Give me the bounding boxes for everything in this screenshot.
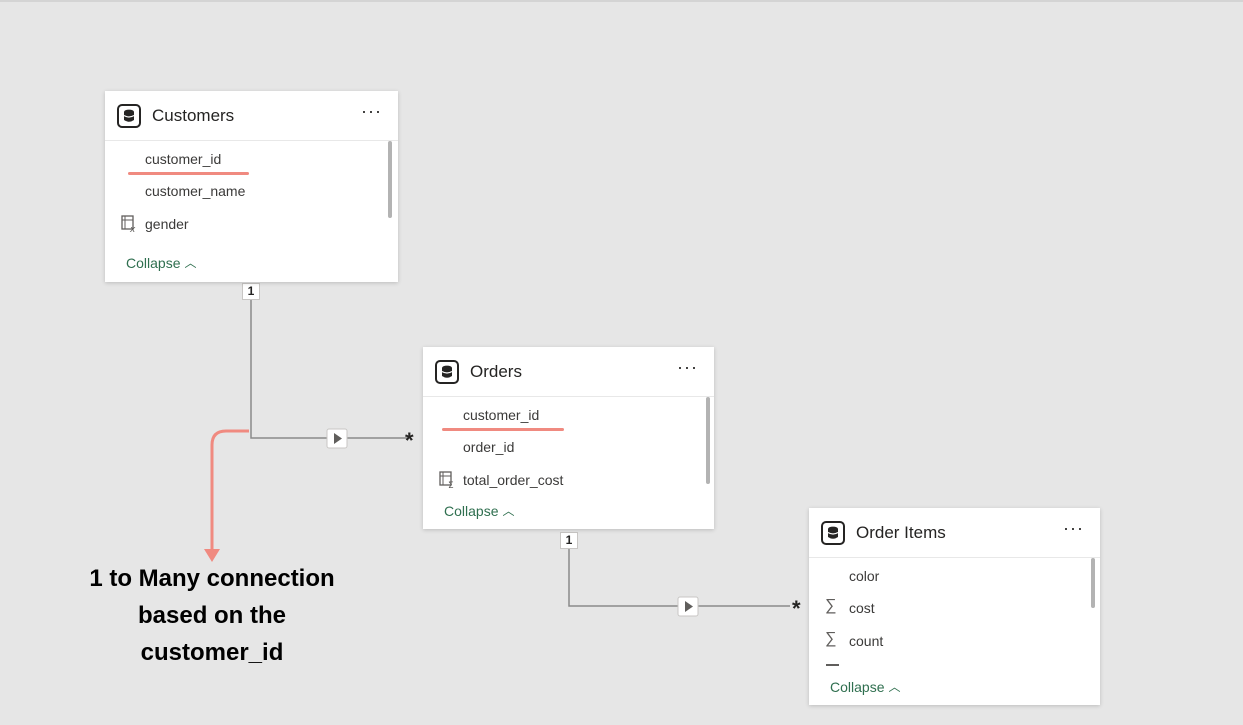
more-options-icon[interactable]: ··· [1063, 518, 1084, 539]
table-database-icon [435, 360, 459, 384]
scrollbar[interactable] [1091, 558, 1095, 608]
table-card-header[interactable]: Orders ··· [423, 347, 714, 397]
annotation-arrow [210, 429, 249, 552]
filter-direction-icon-2 [677, 596, 699, 617]
field-customer-id[interactable]: customer_id [145, 151, 221, 167]
collapse-label: Collapse [444, 503, 499, 519]
chevron-up-icon: ︿ [888, 680, 901, 694]
table-card-orders[interactable]: Orders ··· customer_id order_id Σ total_… [423, 347, 714, 529]
scrollbar[interactable] [706, 397, 710, 484]
calculated-column-icon: Σ [439, 471, 457, 494]
svg-text:Σ: Σ [448, 481, 454, 489]
table-card-header[interactable]: Order Items ··· [809, 508, 1100, 558]
cardinality-many-label: * [792, 596, 801, 621]
cardinality-many-label: * [405, 428, 414, 453]
sigma-icon: ∑ [825, 630, 837, 647]
scrollbar[interactable] [388, 141, 392, 218]
sigma-icon: ∑ [825, 597, 837, 614]
table-card-header[interactable]: Customers ··· [105, 91, 398, 141]
collapse-button[interactable]: Collapse ︿ [830, 679, 901, 696]
chevron-up-icon: ︿ [502, 504, 515, 518]
highlight-underline [442, 428, 564, 431]
table-card-customers[interactable]: Customers ··· customer_id customer_name … [105, 91, 398, 282]
collapse-button[interactable]: Collapse ︿ [126, 255, 197, 272]
calculated-column-icon: x [121, 215, 139, 238]
field-gender[interactable]: gender [145, 216, 189, 232]
collapse-label: Collapse [830, 679, 885, 695]
cardinality-one-badge: 1 [560, 532, 578, 549]
filter-direction-icon-1 [326, 428, 348, 449]
highlight-underline [128, 172, 249, 175]
field-customer-id[interactable]: customer_id [463, 407, 539, 423]
svg-text:x: x [129, 225, 136, 233]
field-customer-name[interactable]: customer_name [145, 183, 245, 199]
field-cost[interactable]: cost [849, 600, 875, 616]
field-color[interactable]: color [849, 568, 879, 584]
table-title: Order Items [856, 523, 946, 542]
table-database-icon [117, 104, 141, 128]
table-database-icon [821, 521, 845, 545]
collapse-label: Collapse [126, 255, 181, 271]
relationship-line-customers-orders [250, 296, 410, 439]
annotation-line: customer_id [140, 639, 284, 666]
chevron-up-icon: ︿ [184, 256, 197, 270]
more-options-icon[interactable]: ··· [677, 357, 698, 378]
table-card-order-items[interactable]: Order Items ··· color ∑ cost ∑ count Col… [809, 508, 1100, 705]
field-count[interactable]: count [849, 633, 883, 649]
collapse-button[interactable]: Collapse ︿ [444, 503, 515, 520]
annotation-text: 1 to Many connection based on the custom… [52, 560, 372, 671]
field-total-order-cost[interactable]: total_order_cost [463, 472, 563, 488]
table-title: Customers [152, 106, 235, 125]
annotation-line: based on the [137, 602, 287, 629]
cardinality-one-badge: 1 [242, 283, 260, 300]
more-options-icon[interactable]: ··· [361, 101, 382, 122]
annotation-line: 1 to Many connection [89, 565, 335, 592]
partial-field-icon [826, 664, 839, 666]
field-order-id[interactable]: order_id [463, 439, 514, 455]
table-title: Orders [470, 362, 522, 381]
